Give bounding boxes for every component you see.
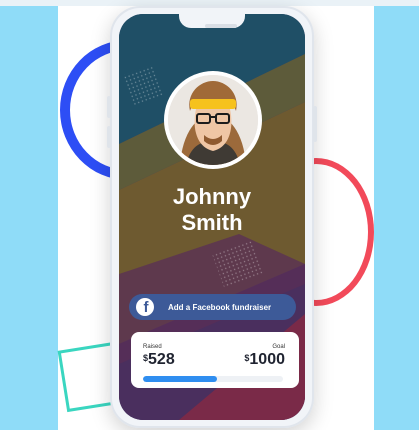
left-side-panel <box>0 6 58 430</box>
goal-currency: $ <box>244 353 250 363</box>
fundraiser-progress-card: Raised $528 Goal $1000 <box>131 332 299 388</box>
avatar-frame <box>164 71 262 169</box>
raised-amount: $528 <box>143 351 175 369</box>
phone-screen: Johnny Smith f Add a Facebook fundraiser… <box>119 14 305 420</box>
goal-label: Goal <box>272 344 285 350</box>
phone-side-button <box>107 96 111 118</box>
add-facebook-fundraiser-button[interactable]: f Add a Facebook fundraiser <box>129 294 296 320</box>
facebook-icon: f <box>136 298 154 316</box>
phone-power-button <box>313 106 317 142</box>
phone-speaker <box>205 24 237 28</box>
raised-currency: $ <box>143 353 149 363</box>
goal-amount: $1000 <box>244 351 285 369</box>
right-side-panel <box>374 6 419 430</box>
avatar <box>168 75 258 165</box>
add-facebook-fundraiser-label: Add a Facebook fundraiser <box>168 302 272 312</box>
profile-first-name: Johnny <box>172 184 252 209</box>
goal-value: 1000 <box>249 351 285 368</box>
fundraiser-progress-bar <box>143 376 283 382</box>
raised-value: 528 <box>148 351 175 368</box>
raised-label: Raised <box>143 344 162 350</box>
avatar-illustration <box>168 75 258 165</box>
phone-side-button <box>107 126 111 148</box>
phone-frame: Johnny Smith f Add a Facebook fundraiser… <box>107 6 317 428</box>
fundraiser-progress-fill <box>143 376 217 382</box>
profile-last-name: Smith <box>181 210 243 235</box>
